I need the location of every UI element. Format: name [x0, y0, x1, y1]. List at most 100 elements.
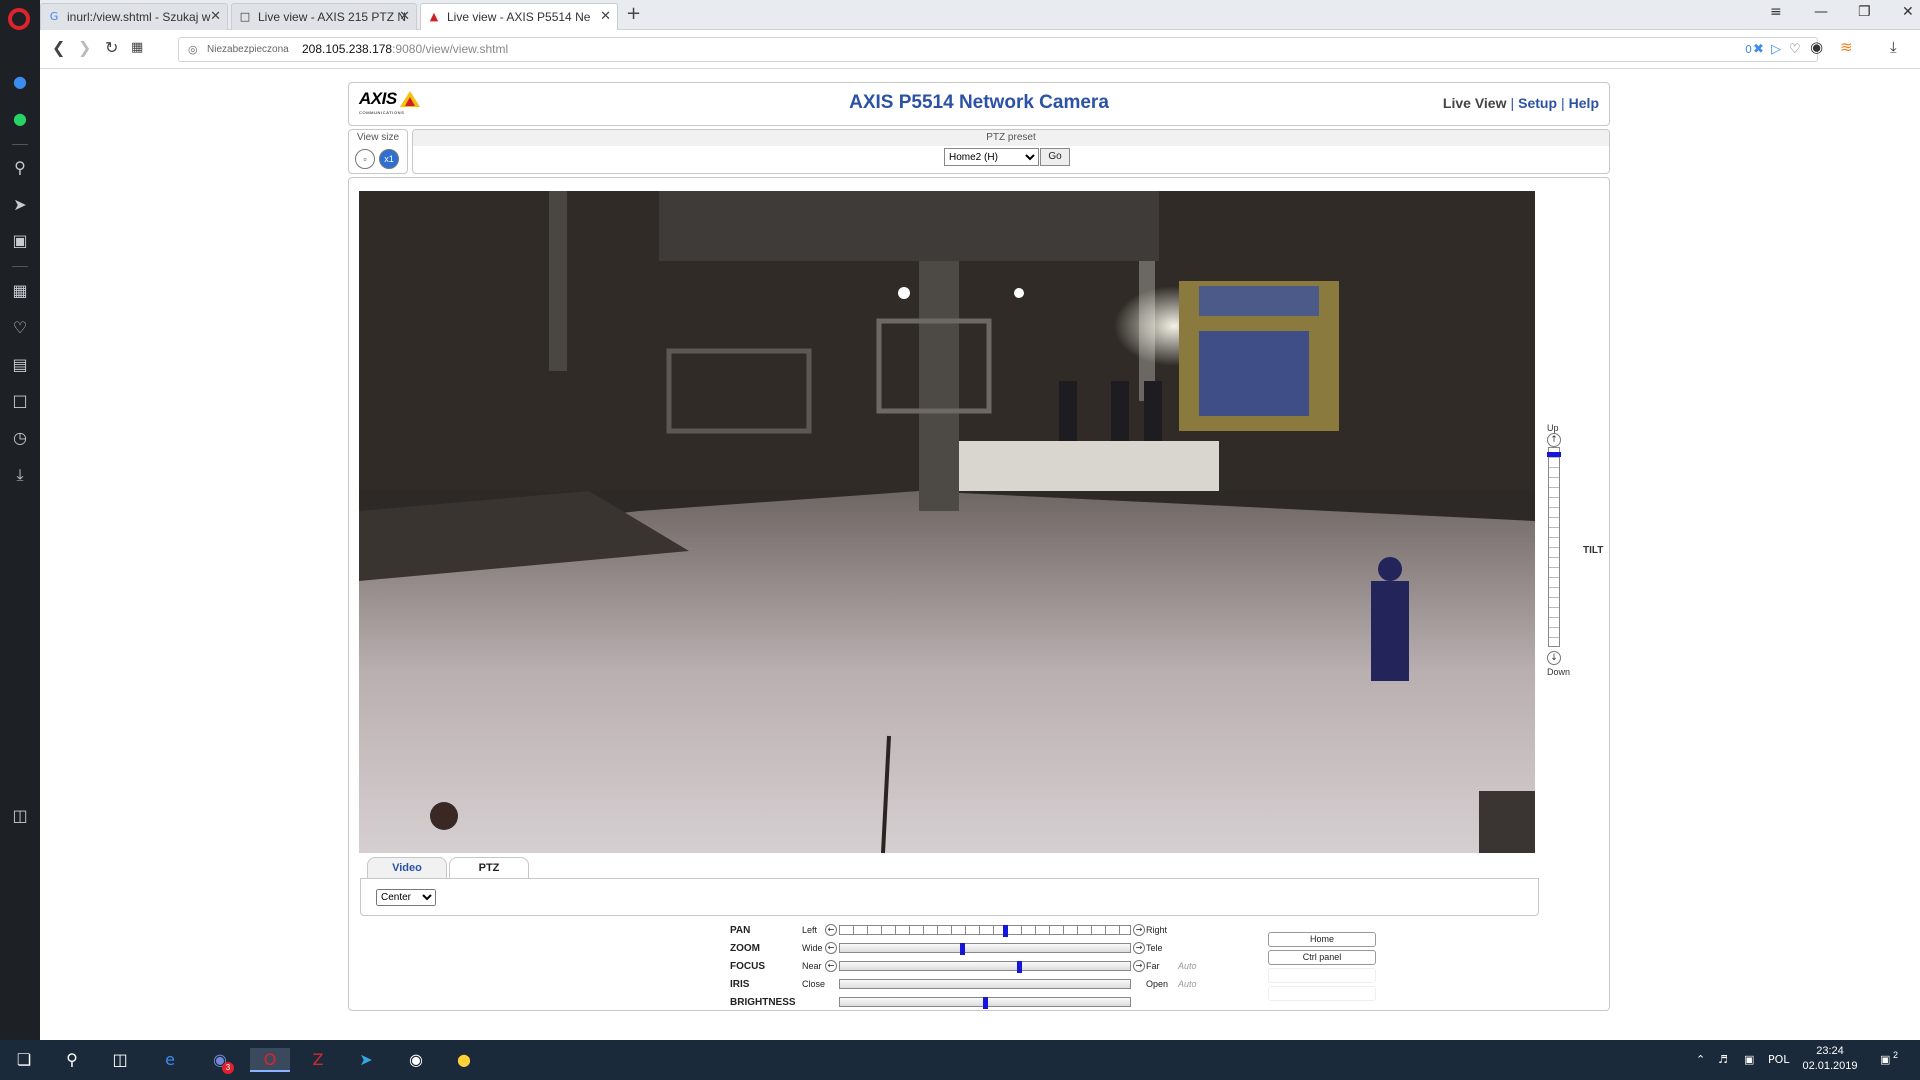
tab-ptz[interactable]: PTZ [449, 857, 529, 879]
tab-google-search[interactable]: G inurl:/view.shtml - Szukaj w ✕ [40, 3, 228, 30]
news-icon[interactable]: ▤ [10, 355, 30, 375]
control-slider[interactable] [839, 943, 1131, 955]
vpn-icon[interactable]: ◉ [1810, 38, 1823, 56]
rss-icon[interactable]: ≋ [1840, 38, 1853, 56]
restore-icon[interactable]: ❐ [1858, 4, 1871, 20]
send-page-icon[interactable]: ▷ [1771, 38, 1781, 61]
control-row-iris: IRIS Close Open Auto [730, 977, 1330, 992]
control-slider[interactable] [839, 925, 1131, 937]
ptz-mode-select[interactable]: Center [376, 889, 436, 906]
speed-dial-grid-icon[interactable]: ▦ [131, 40, 143, 55]
back-icon[interactable]: ❮ [52, 38, 65, 57]
network-icon[interactable]: ▣ [1744, 1040, 1754, 1080]
tilt-up-label: Up [1547, 423, 1559, 433]
page-header: AXIS COMMUNICATIONS AXIS P5514 Network C… [348, 82, 1610, 126]
address-field[interactable]: ◎ Niezabezpieczona 208.105.238.178:9080/… [178, 37, 1818, 62]
tilt-label: TILT [1583, 545, 1604, 556]
language-indicator[interactable]: POL [1768, 1040, 1789, 1080]
send-icon[interactable]: ➤ [10, 195, 30, 215]
reload-icon[interactable]: ↻ [105, 38, 118, 57]
clock-time: 23:24 [1816, 1045, 1844, 1057]
tabs-icon[interactable]: □ [10, 391, 30, 411]
edge-icon[interactable]: e [158, 1048, 182, 1072]
arrow-left-icon[interactable]: ← [825, 960, 837, 972]
arrow-right-icon[interactable]: → [1133, 924, 1145, 936]
windows-start-icon[interactable]: ❏ [12, 1048, 36, 1072]
control-row-focus: FOCUS Near ← → Far Auto [730, 959, 1330, 974]
tray-chevron-icon[interactable]: ⌃ [1696, 1040, 1705, 1080]
telegram-icon[interactable]: ➤ [354, 1048, 378, 1072]
download-icon[interactable]: ⤓ [10, 465, 30, 485]
close-icon[interactable]: ✕ [600, 4, 611, 30]
view-size-normal-button[interactable]: ▫ [355, 149, 375, 169]
slider-knob[interactable] [1003, 925, 1008, 937]
help-link[interactable]: Help [1569, 95, 1599, 111]
history-icon[interactable]: ◷ [10, 428, 30, 448]
steam-icon[interactable]: ◉ [404, 1048, 428, 1072]
slider-knob[interactable] [1017, 961, 1022, 973]
camera-page: AXIS COMMUNICATIONS AXIS P5514 Network C… [40, 70, 1920, 1040]
live-view-link[interactable]: Live View [1443, 95, 1507, 111]
bookmark-heart-icon[interactable]: ♡ [1789, 38, 1801, 61]
ptz-preset-select[interactable]: Home2 (H) [944, 148, 1039, 166]
search-icon[interactable]: ⚲ [60, 1048, 84, 1072]
view-size-full-button[interactable]: x1 [379, 149, 399, 169]
home-button[interactable]: Home [1268, 932, 1376, 947]
windows-taskbar: ❏ ⚲ ◫ e ◉ 3 O Z ➤ ◉ ● ⌃ ♬ ▣ POL 23:24 02… [0, 1040, 1920, 1080]
search-icon[interactable]: ⚲ [10, 158, 30, 178]
new-tab-icon[interactable]: + [626, 3, 641, 24]
window-close-icon[interactable]: ✕ [1902, 4, 1914, 20]
ptz-preset-panel: PTZ preset Home2 (H) Go [412, 129, 1610, 174]
setup-link[interactable]: Setup [1518, 95, 1557, 111]
notification-icon[interactable]: ▣ [1880, 1040, 1890, 1080]
task-view-icon[interactable]: ◫ [108, 1048, 132, 1072]
arrow-left-icon[interactable]: ← [825, 924, 837, 936]
speed-dial-icon[interactable]: ▦ [10, 281, 30, 301]
tilt-up-arrow-icon[interactable]: ↑ [1547, 433, 1561, 447]
control-slider[interactable] [839, 979, 1131, 989]
volume-icon[interactable]: ♬ [1718, 1040, 1728, 1080]
control-name: IRIS [730, 979, 750, 990]
tilt-down-label: Down [1547, 667, 1571, 677]
hearthstone-icon[interactable]: ● [452, 1048, 476, 1072]
ad-block-icon[interactable]: ✖ [1753, 38, 1764, 61]
sidebar-toggle-icon[interactable]: ◫ [10, 806, 30, 826]
tab-video[interactable]: Video [367, 857, 447, 879]
auto-label[interactable]: Auto [1178, 979, 1197, 989]
go-button[interactable]: Go [1040, 148, 1070, 166]
control-slider[interactable] [839, 961, 1131, 973]
arrow-right-icon[interactable]: → [1133, 960, 1145, 972]
messenger-icon[interactable]: ● [10, 72, 30, 92]
tab-axis-p5514[interactable]: ▲ Live view - AXIS P5514 Ne ✕ [420, 3, 618, 30]
whatsapp-icon[interactable]: ● [10, 109, 30, 129]
control-slider[interactable] [839, 997, 1131, 1009]
auto-label[interactable]: Auto [1178, 961, 1197, 971]
ctrl-panel-button[interactable]: Ctrl panel [1268, 950, 1376, 965]
tilt-down-arrow-icon[interactable]: ↓ [1547, 651, 1561, 665]
close-icon[interactable]: ✕ [210, 4, 221, 30]
clock[interactable]: 23:24 02.01.2019 [1800, 1044, 1860, 1074]
close-icon[interactable]: ✕ [399, 4, 410, 30]
arrow-right-icon[interactable]: → [1133, 942, 1145, 954]
tab-axis-215[interactable]: □ Live view - AXIS 215 PTZ N ✕ [231, 3, 417, 30]
control-name: PAN [730, 925, 751, 936]
slider-knob[interactable] [983, 997, 988, 1009]
control-min-label: Wide [802, 943, 823, 953]
opera-sidebar: ● ● ⚲ ➤ ▣ ▦ ♡ ▤ □ ◷ ⤓ ◫ [0, 0, 40, 1040]
downloads-icon[interactable]: ⤓ [1890, 38, 1897, 56]
top-navigation: Live View | Setup | Help [1442, 95, 1599, 111]
slider-knob[interactable] [960, 943, 965, 955]
opera-logo-icon[interactable] [8, 8, 30, 30]
minimize-icon[interactable]: — [1814, 4, 1828, 20]
forward-icon[interactable]: ❯ [78, 38, 91, 57]
camera-icon[interactable]: ▣ [10, 231, 30, 251]
navigation-bar: ❮ ❯ ↻ ▦ ◎ Niezabezpieczona 208.105.238.1… [40, 30, 1920, 69]
tilt-slider-knob[interactable] [1547, 452, 1561, 457]
filezilla-icon[interactable]: Z [306, 1048, 330, 1072]
heart-icon[interactable]: ♡ [10, 318, 30, 338]
tab-menu-icon[interactable]: ≡ [1770, 4, 1782, 20]
live-video-stream[interactable] [359, 191, 1535, 853]
arrow-left-icon[interactable]: ← [825, 942, 837, 954]
tilt-slider[interactable] [1548, 447, 1560, 647]
opera-taskbar-icon[interactable]: O [250, 1048, 290, 1072]
